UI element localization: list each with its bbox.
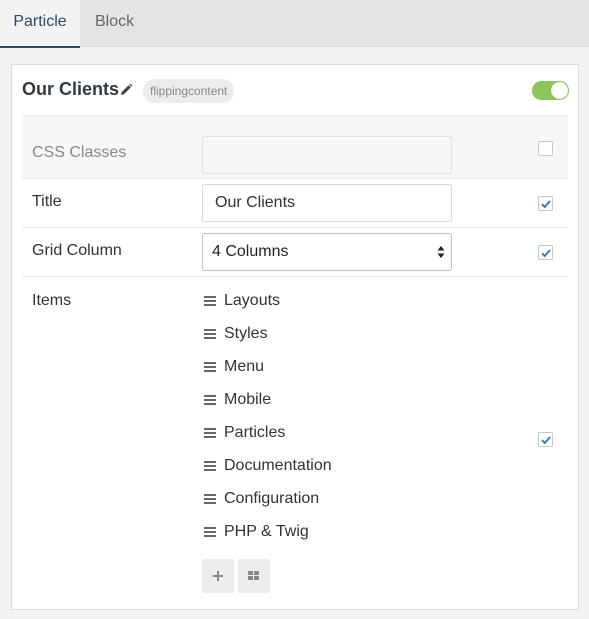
items-label: Items: [32, 292, 72, 309]
list-item-label: Configuration: [224, 490, 320, 507]
add-item-button[interactable]: [202, 559, 234, 593]
css-classes-override-checkbox[interactable]: [538, 141, 553, 156]
items-override-checkbox[interactable]: [538, 432, 553, 447]
drag-handle-icon[interactable]: [204, 395, 216, 405]
list-item-label: PHP & Twig: [224, 523, 309, 540]
drag-handle-icon[interactable]: [204, 428, 216, 438]
select-arrows-icon: [437, 246, 445, 258]
title-label: Title: [32, 193, 62, 210]
plus-icon: [213, 571, 223, 581]
drag-handle-icon[interactable]: [204, 296, 216, 306]
css-classes-label: CSS Classes: [32, 144, 127, 161]
css-classes-row: CSS Classes: [22, 115, 568, 179]
css-classes-input[interactable]: [202, 136, 452, 174]
list-item-label: Styles: [224, 325, 268, 342]
grid-column-label: Grid Column: [32, 242, 122, 259]
panel-title: Our Clients: [22, 79, 120, 99]
list-item-label: Documentation: [224, 457, 332, 474]
drag-handle-icon[interactable]: [204, 461, 216, 471]
grid-column-row: Grid Column 4 Columns: [22, 228, 568, 277]
tab-particle[interactable]: Particle: [0, 0, 80, 48]
items-row: Items Layouts Styles Menu Mobile Particl…: [22, 277, 568, 610]
title-override-checkbox[interactable]: [538, 196, 553, 211]
tab-block[interactable]: Block: [80, 0, 149, 47]
title-input[interactable]: [202, 184, 452, 222]
grid-column-selected-value: 4 Columns: [212, 243, 289, 260]
list-item-label: Menu: [224, 358, 265, 375]
list-item-label: Mobile: [224, 391, 272, 408]
grid-icon: [248, 571, 259, 580]
list-item-label: Layouts: [224, 292, 281, 309]
checkmark-icon: [541, 436, 551, 445]
drag-handle-icon[interactable]: [204, 362, 216, 372]
enabled-toggle[interactable]: [532, 81, 569, 100]
title-row: Title: [22, 179, 568, 228]
checkmark-icon: [541, 249, 551, 258]
checkmark-icon: [541, 200, 551, 209]
collection-view-button[interactable]: [238, 559, 270, 593]
particle-panel: Our Clients flippingcontent CSS Classes …: [11, 64, 579, 610]
grid-column-override-checkbox[interactable]: [538, 245, 553, 260]
drag-handle-icon[interactable]: [204, 527, 216, 537]
drag-handle-icon[interactable]: [204, 329, 216, 339]
pencil-icon[interactable]: [119, 83, 133, 97]
tab-bar: Particle Block: [0, 0, 589, 48]
particle-type-badge: flippingcontent: [143, 79, 235, 103]
toggle-knob: [551, 82, 568, 99]
drag-handle-icon[interactable]: [204, 494, 216, 504]
grid-column-select[interactable]: 4 Columns: [202, 233, 452, 271]
list-item-label: Particles: [224, 424, 286, 441]
